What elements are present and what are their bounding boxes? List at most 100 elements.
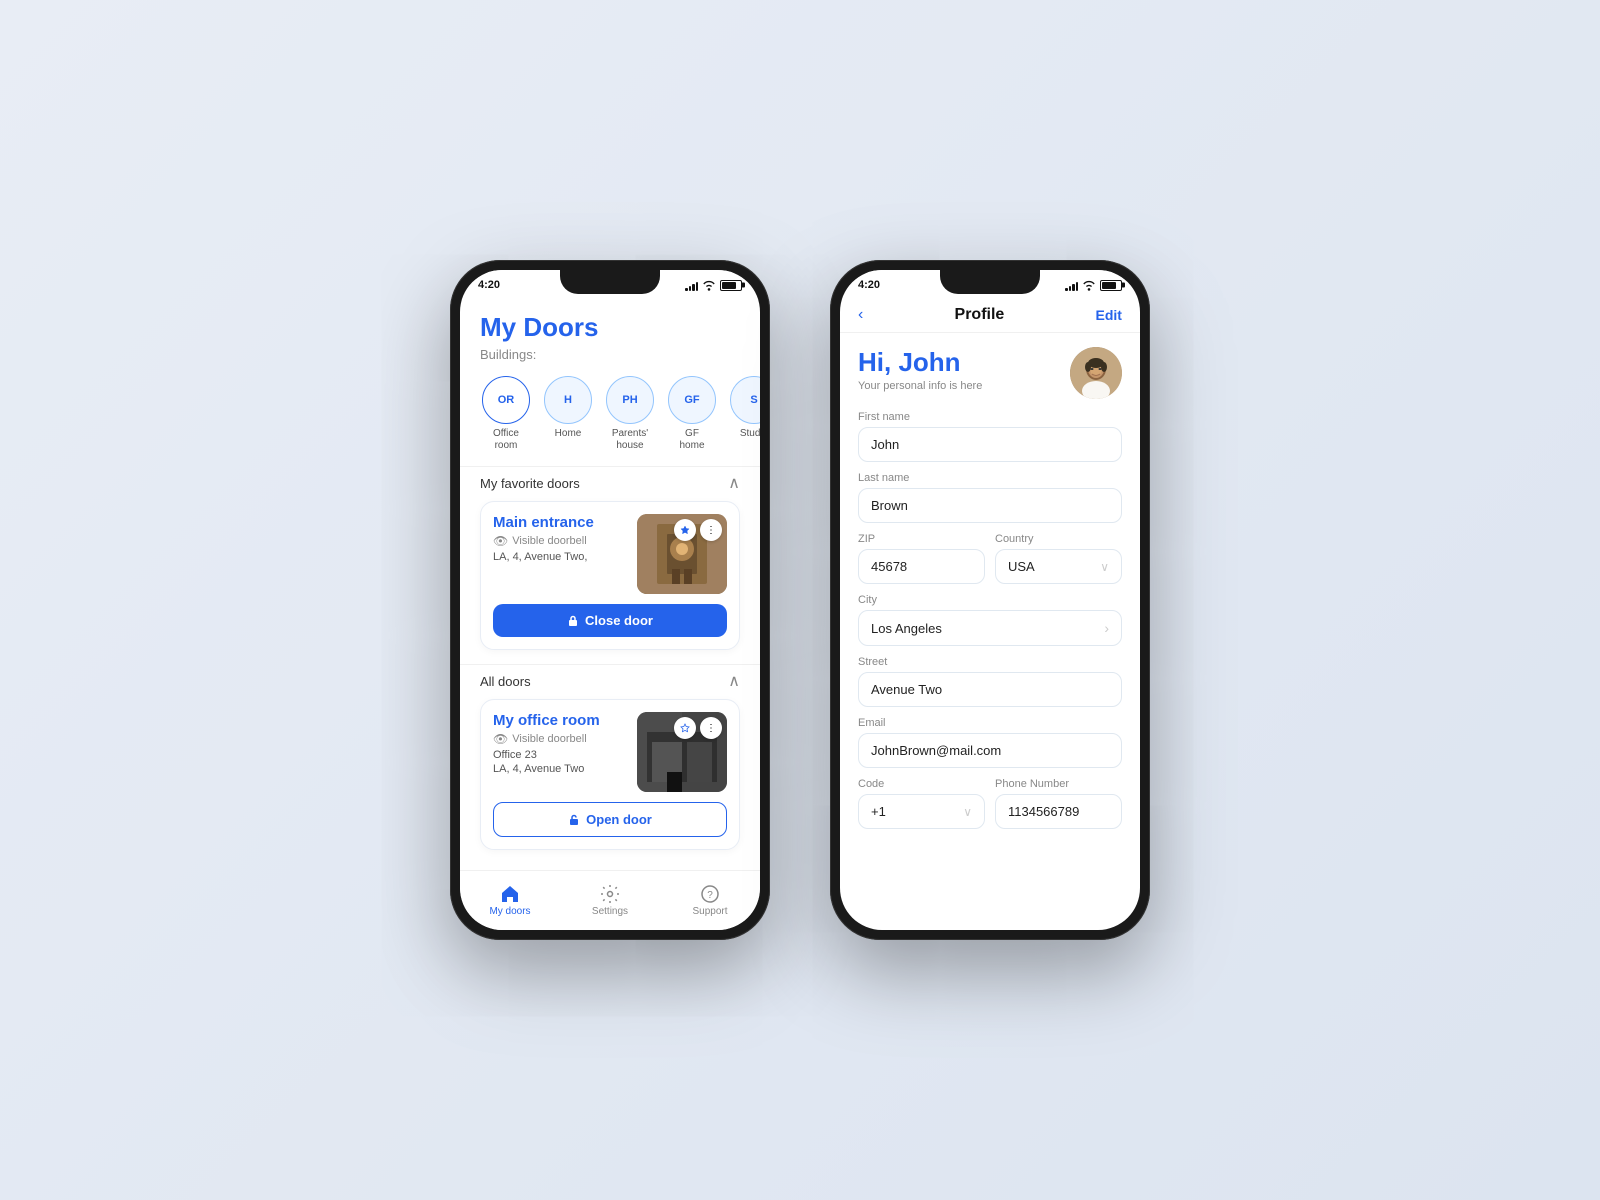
- greeting-text: Hi, John: [858, 347, 982, 378]
- zip-input[interactable]: 45678: [858, 549, 985, 584]
- eye-icon-1: 👁: [493, 534, 508, 548]
- email-group: Email JohnBrown@mail.com: [858, 717, 1122, 768]
- street-label: Street: [858, 656, 1122, 668]
- main-entrance-name: Main entrance: [493, 514, 627, 531]
- battery-icon-2: [1100, 280, 1122, 291]
- building-circle-ph[interactable]: PH: [606, 376, 654, 424]
- street-group: Street Avenue Two: [858, 656, 1122, 707]
- building-circle-s[interactable]: S: [730, 376, 760, 424]
- more-menu-2[interactable]: ⋮: [700, 717, 722, 739]
- nav-my-doors-label: My doors: [489, 906, 530, 917]
- status-bar-2: 4:20: [840, 270, 1140, 300]
- svg-text:?: ?: [707, 890, 713, 901]
- building-item-or[interactable]: OR Officeroom: [480, 376, 532, 452]
- phone-row: Code +1 ∨ Phone Number 1134566789: [858, 778, 1122, 839]
- street-input[interactable]: Avenue Two: [858, 672, 1122, 707]
- battery-icon: [720, 280, 742, 291]
- buildings-row: OR Officeroom H Home PH Parents'house GF…: [460, 368, 760, 466]
- last-name-input[interactable]: Brown: [858, 488, 1122, 523]
- home-icon: [500, 884, 520, 904]
- main-entrance-type: Visible doorbell: [512, 535, 586, 547]
- favorite-star-1[interactable]: [674, 519, 696, 541]
- all-doors-section-title: All doors: [480, 674, 531, 689]
- chevron-right-city: ›: [1104, 620, 1109, 636]
- bottom-nav: My doors Settings ? Support: [460, 870, 760, 930]
- city-input[interactable]: Los Angeles ›: [858, 610, 1122, 646]
- settings-icon: [600, 884, 620, 904]
- building-label-h: Home: [555, 428, 582, 440]
- status-bar-1: 4:20: [460, 270, 760, 300]
- status-time-1: 4:20: [478, 279, 500, 291]
- chevron-down-country: ∨: [1100, 560, 1109, 574]
- my-doors-title: My Doors: [480, 312, 740, 343]
- code-select[interactable]: +1 ∨: [858, 794, 985, 829]
- profile-top-bar: ‹ Profile Edit: [840, 300, 1140, 333]
- country-select[interactable]: USA ∨: [995, 549, 1122, 584]
- building-item-s[interactable]: S Studio: [728, 376, 760, 452]
- nav-settings[interactable]: Settings: [560, 871, 660, 930]
- building-label-gf: GFhome: [679, 428, 704, 452]
- lock-icon: [567, 615, 579, 627]
- building-label-ph: Parents'house: [612, 428, 648, 452]
- back-button[interactable]: ‹: [858, 306, 863, 324]
- office-room-type: Visible doorbell: [512, 733, 586, 745]
- building-item-ph[interactable]: PH Parents'house: [604, 376, 656, 452]
- building-label-s: Studio: [740, 428, 760, 440]
- country-group: Country USA ∨: [995, 533, 1122, 584]
- city-group: City Los Angeles ›: [858, 594, 1122, 646]
- building-circle-or[interactable]: OR: [482, 376, 530, 424]
- building-label-or: Officeroom: [493, 428, 519, 452]
- profile-header: Hi, John Your personal info is here: [840, 333, 1140, 407]
- building-item-gf[interactable]: GF GFhome: [666, 376, 718, 452]
- office-room-image: ⋮: [637, 712, 727, 792]
- city-label: City: [858, 594, 1122, 606]
- signal-icon-2: [1065, 279, 1078, 291]
- favorite-section-header: My favorite doors ∧: [460, 466, 760, 501]
- office-room-card: My office room 👁 Visible doorbell Office…: [480, 699, 740, 850]
- buildings-label: Buildings:: [480, 347, 740, 362]
- open-door-button[interactable]: Open door: [493, 802, 727, 837]
- first-name-group: First name John: [858, 411, 1122, 462]
- first-name-input[interactable]: John: [858, 427, 1122, 462]
- phone-label: Phone Number: [995, 778, 1122, 790]
- code-group: Code +1 ∨: [858, 778, 985, 829]
- nav-my-doors[interactable]: My doors: [460, 871, 560, 930]
- wifi-icon-2: [1082, 278, 1096, 292]
- close-door-button[interactable]: Close door: [493, 604, 727, 637]
- office-room-address2: LA, 4, Avenue Two: [493, 763, 627, 775]
- phone-1: 4:20: [450, 260, 770, 940]
- avatar-image: [1070, 347, 1122, 399]
- last-name-label: Last name: [858, 472, 1122, 484]
- country-label: Country: [995, 533, 1122, 545]
- more-menu-1[interactable]: ⋮: [700, 519, 722, 541]
- avatar: [1070, 347, 1122, 399]
- building-circle-h[interactable]: H: [544, 376, 592, 424]
- zip-group: ZIP 45678: [858, 533, 985, 584]
- zip-country-row: ZIP 45678 Country USA ∨: [858, 533, 1122, 594]
- support-icon: ?: [700, 884, 720, 904]
- signal-icon: [685, 279, 698, 291]
- chevron-down-code: ∨: [963, 805, 972, 819]
- phone-input[interactable]: 1134566789: [995, 794, 1122, 829]
- email-input[interactable]: JohnBrown@mail.com: [858, 733, 1122, 768]
- phone1-content: My Doors Buildings: OR Officeroom H Home…: [460, 300, 760, 930]
- eye-icon-2: 👁: [493, 732, 508, 746]
- building-item-h[interactable]: H Home: [542, 376, 594, 452]
- collapse-icon-all[interactable]: ∧: [728, 671, 740, 691]
- office-room-name: My office room: [493, 712, 627, 729]
- nav-support[interactable]: ? Support: [660, 871, 760, 930]
- status-time-2: 4:20: [858, 279, 880, 291]
- main-entrance-card: Main entrance 👁 Visible doorbell LA, 4, …: [480, 501, 740, 650]
- phone-2: 4:20 ‹ Profile: [830, 260, 1150, 940]
- first-name-label: First name: [858, 411, 1122, 423]
- main-entrance-image: ⋮: [637, 514, 727, 594]
- zip-label: ZIP: [858, 533, 985, 545]
- collapse-icon-favorite[interactable]: ∧: [728, 473, 740, 493]
- favorite-section-title: My favorite doors: [480, 476, 580, 491]
- edit-button[interactable]: Edit: [1096, 307, 1122, 323]
- favorite-star-2[interactable]: [674, 717, 696, 739]
- phone1-header: My Doors Buildings:: [460, 300, 760, 368]
- phone-number-group: Phone Number 1134566789: [995, 778, 1122, 829]
- nav-support-label: Support: [692, 906, 727, 917]
- building-circle-gf[interactable]: GF: [668, 376, 716, 424]
